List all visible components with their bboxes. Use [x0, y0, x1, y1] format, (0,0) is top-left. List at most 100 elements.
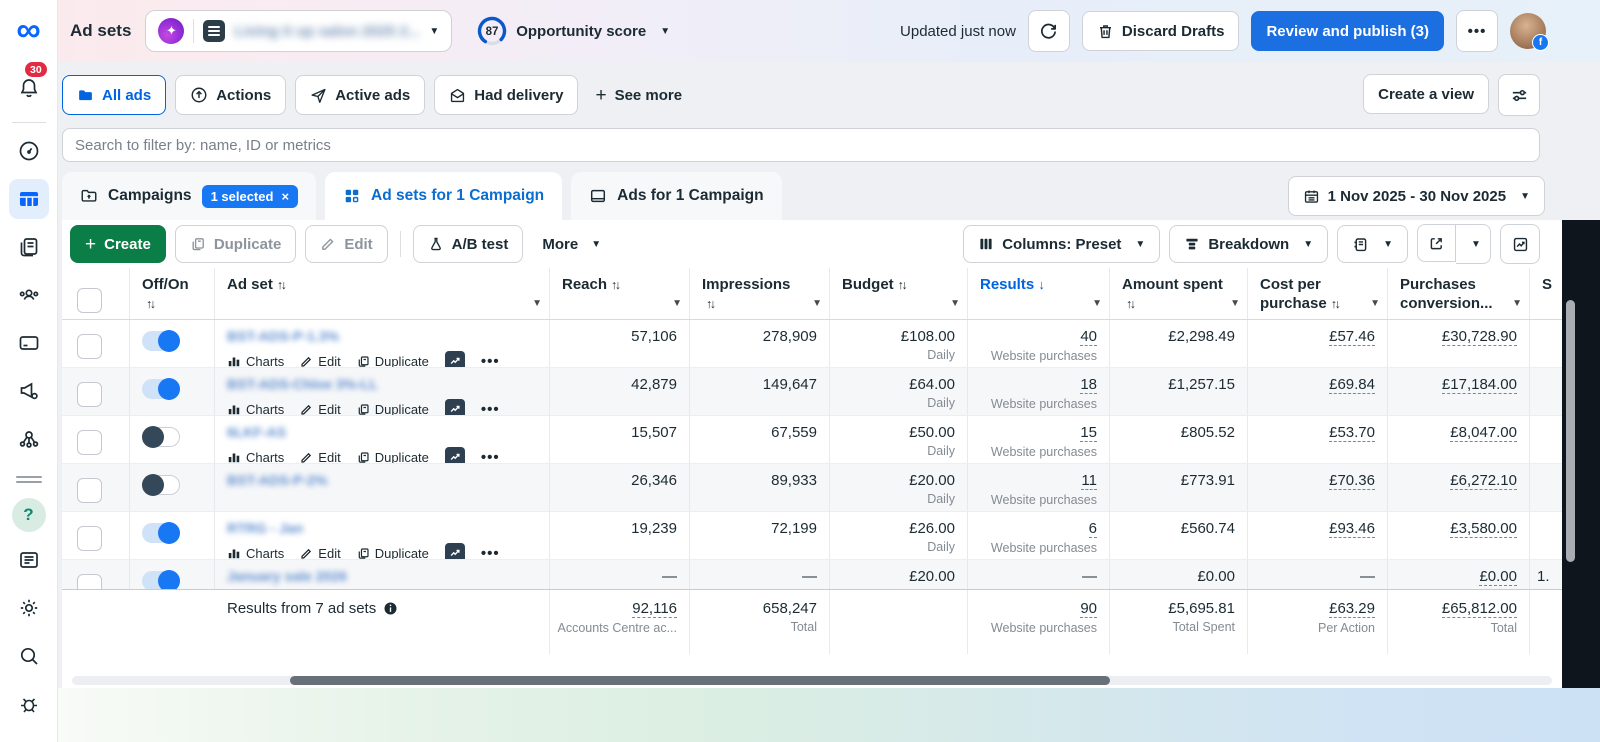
duplicate-action[interactable]: Duplicate — [357, 450, 429, 463]
view-settings-button[interactable] — [1498, 74, 1540, 116]
row-checkbox[interactable] — [77, 334, 102, 359]
row-more-button[interactable]: ••• — [481, 353, 500, 368]
charts-action[interactable]: Charts — [227, 450, 284, 463]
view-charts-button[interactable] — [444, 447, 465, 463]
sidebar-item-billing[interactable] — [9, 323, 49, 363]
select-all-checkbox[interactable] — [77, 288, 102, 313]
onoff-toggle[interactable] — [142, 330, 180, 352]
horizontal-scrollbar[interactable] — [290, 676, 1110, 685]
help-button[interactable]: ? — [11, 498, 46, 532]
duplicate-button[interactable]: Duplicate — [174, 225, 297, 263]
row-more-button[interactable]: ••• — [481, 449, 500, 464]
discard-drafts-button[interactable]: Discard Drafts — [1081, 11, 1240, 51]
create-view-button[interactable]: Create a view — [1363, 74, 1489, 114]
sidebar-item-settings[interactable] — [9, 588, 49, 628]
adset-name-link[interactable]: 6LKF-AS — [215, 424, 286, 440]
header-results[interactable]: Results ↓ ▼ — [968, 268, 1110, 319]
ab-test-button[interactable]: A/B test — [412, 225, 524, 263]
review-publish-button[interactable]: Review and publish (3) — [1251, 11, 1444, 51]
onoff-toggle[interactable] — [142, 378, 180, 400]
header-onoff[interactable]: Off/On ↑↓ — [130, 268, 215, 319]
onoff-toggle[interactable] — [142, 570, 180, 589]
header-adset[interactable]: Ad set ↑↓ ▼ — [215, 268, 550, 319]
tab-ads[interactable]: Ads for 1 Campaign — [571, 172, 782, 220]
edit-action[interactable]: Edit — [300, 450, 341, 463]
header-impressions[interactable]: Impressions ↑↓ ▼ — [690, 268, 830, 319]
sidebar-item-news[interactable] — [9, 540, 49, 580]
selected-badge[interactable]: 1 selected × — [201, 184, 299, 208]
adset-name-link[interactable]: BST-ADS-P-1.3% — [215, 328, 339, 344]
filter-active-ads[interactable]: Active ads — [295, 75, 426, 115]
filter-all-ads[interactable]: All ads — [62, 75, 167, 115]
info-icon[interactable] — [383, 601, 398, 616]
filter-caret-icon[interactable]: ▼ — [812, 298, 822, 311]
tab-campaigns[interactable]: Campaigns 1 selected × — [62, 172, 317, 220]
row-checkbox[interactable] — [77, 478, 102, 503]
row-checkbox[interactable] — [77, 430, 102, 455]
edit-action[interactable]: Edit — [300, 354, 341, 367]
filter-actions[interactable]: Actions — [175, 75, 287, 115]
more-menu-button[interactable]: More ▼ — [532, 236, 611, 253]
filter-caret-icon[interactable]: ▼ — [1512, 298, 1522, 311]
notifications-button[interactable]: 30 — [9, 62, 49, 108]
duplicate-action[interactable]: Duplicate — [357, 402, 429, 415]
sidebar-item-search[interactable] — [9, 636, 49, 676]
row-more-button[interactable]: ••• — [481, 545, 500, 560]
filter-caret-icon[interactable]: ▼ — [1092, 298, 1102, 311]
row-checkbox[interactable] — [77, 574, 102, 589]
duplicate-action[interactable]: Duplicate — [357, 354, 429, 367]
export-button[interactable] — [1417, 224, 1456, 262]
search-input[interactable] — [62, 128, 1540, 162]
filter-caret-icon[interactable]: ▼ — [1370, 298, 1380, 311]
tab-adsets[interactable]: Ad sets for 1 Campaign — [325, 172, 563, 220]
adset-name-link[interactable]: RTRG - Jan — [215, 520, 303, 536]
onoff-toggle[interactable] — [142, 522, 180, 544]
create-button[interactable]: + Create — [70, 225, 166, 263]
sidebar-item-campaigns[interactable] — [8, 179, 49, 219]
edit-action[interactable]: Edit — [300, 402, 341, 415]
clear-selection-icon[interactable]: × — [281, 189, 289, 204]
edit-action[interactable]: Edit — [300, 546, 341, 559]
meta-logo-icon[interactable]: ∞ — [16, 8, 40, 52]
duplicate-action[interactable]: Duplicate — [357, 546, 429, 559]
breakdown-button[interactable]: Breakdown ▼ — [1169, 225, 1329, 263]
filter-caret-icon[interactable]: ▼ — [672, 298, 682, 311]
view-charts-button[interactable] — [444, 399, 465, 415]
reports-button[interactable]: ▼ — [1337, 225, 1408, 263]
columns-button[interactable]: Columns: Preset ▼ — [963, 225, 1161, 263]
header-cost-per-purchase[interactable]: Cost per purchase ↑↓ ▼ — [1248, 268, 1388, 319]
sidebar-item-overview[interactable] — [9, 131, 49, 171]
adset-name-link[interactable]: January sale 2026 — [215, 568, 347, 584]
sidebar-item-advertising-settings[interactable] — [9, 371, 49, 411]
filter-had-delivery[interactable]: Had delivery — [434, 75, 579, 115]
sidebar-item-audiences[interactable] — [9, 275, 49, 315]
refresh-button[interactable] — [1027, 10, 1070, 52]
adset-name-link[interactable]: BST-ADS-Chloe 3%-LL — [215, 376, 378, 392]
filter-caret-icon[interactable]: ▼ — [532, 298, 542, 311]
vertical-scrollbar[interactable] — [1566, 300, 1575, 562]
filter-caret-icon[interactable]: ▼ — [1230, 298, 1240, 311]
header-reach[interactable]: Reach ↑↓ ▼ — [550, 268, 690, 319]
see-more-button[interactable]: + See more — [595, 86, 682, 105]
header-purchases-conversion[interactable]: Purchases conversion... ▼ — [1388, 268, 1530, 319]
view-charts-button[interactable] — [444, 351, 465, 367]
edit-button[interactable]: Edit — [305, 225, 388, 263]
header-budget[interactable]: Budget ↑↓ ▼ — [830, 268, 968, 319]
header-amount-spent[interactable]: Amount spent ↑↓ ▼ — [1110, 268, 1248, 319]
charts-action[interactable]: Charts — [227, 354, 284, 367]
filter-caret-icon[interactable]: ▼ — [950, 298, 960, 311]
charts-action[interactable]: Charts — [227, 546, 284, 559]
onoff-toggle[interactable] — [142, 474, 180, 496]
sidebar-item-report-bug[interactable] — [9, 684, 49, 724]
view-charts-button[interactable] — [444, 543, 465, 559]
date-range-button[interactable]: 1 Nov 2025 - 30 Nov 2025 ▼ — [1287, 176, 1545, 216]
more-options-button[interactable]: ••• — [1456, 10, 1498, 52]
row-more-button[interactable]: ••• — [481, 401, 500, 416]
opportunity-score[interactable]: 87 Opportunity score ▼ — [476, 15, 670, 47]
onoff-toggle[interactable] — [142, 426, 180, 448]
row-checkbox[interactable] — [77, 382, 102, 407]
campaign-selector[interactable]: ✦ Living it up salon 2025 2... ▼ — [145, 10, 453, 52]
row-checkbox[interactable] — [77, 526, 102, 551]
charts-panel-button[interactable] — [1500, 224, 1540, 264]
sidebar-item-ads-reporting[interactable] — [9, 227, 49, 267]
